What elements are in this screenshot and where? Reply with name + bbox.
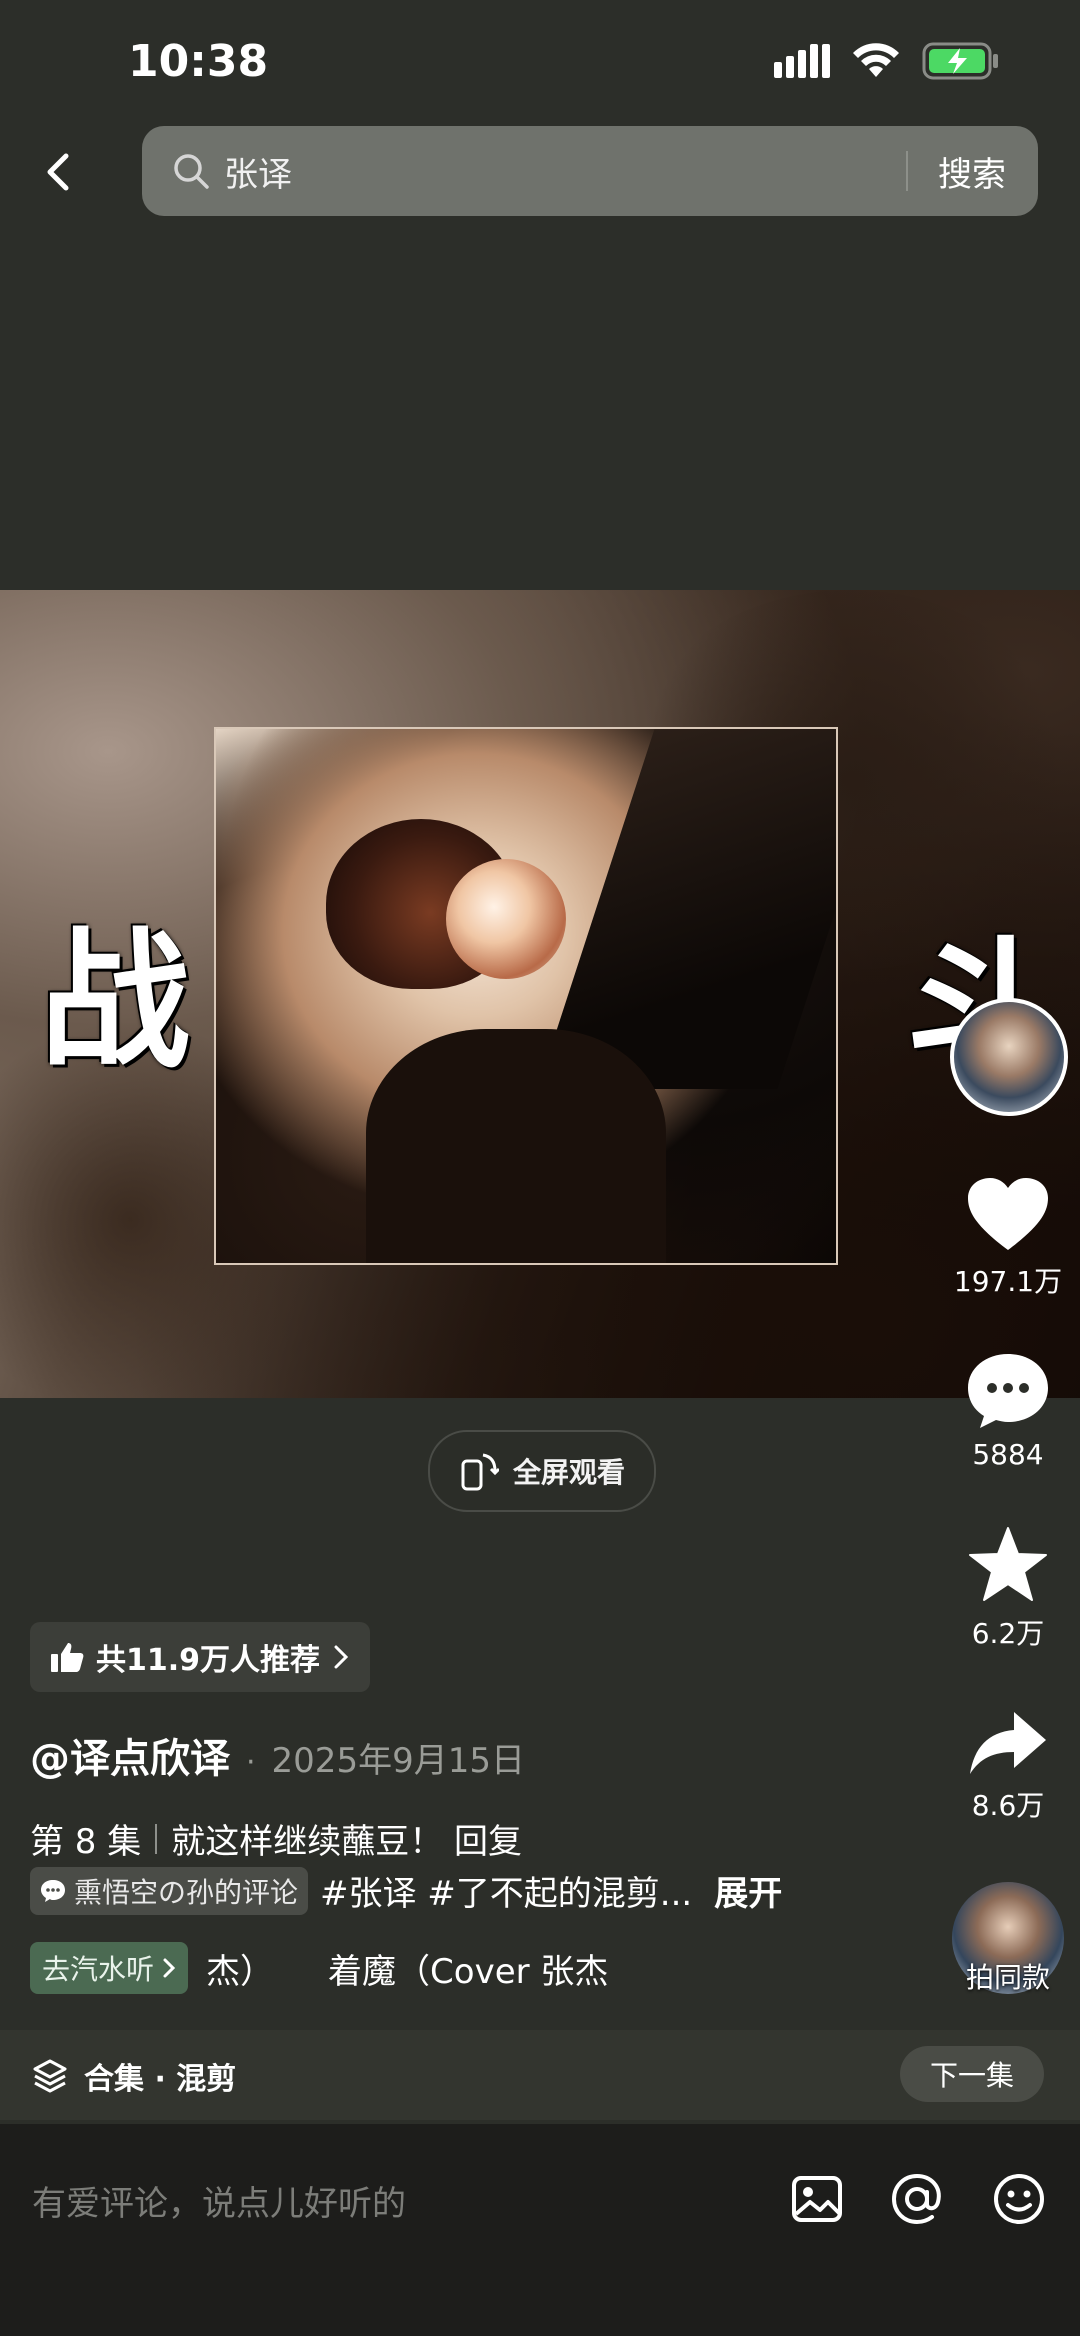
author-line: @译点欣译 · 2025年9月15日	[30, 1726, 525, 1784]
hashtags[interactable]: #张译 #了不起的混剪...	[320, 1866, 692, 1915]
emoji-icon[interactable]	[992, 2172, 1046, 2226]
favorite-button[interactable]: 6.2万	[938, 1526, 1078, 1652]
favorite-count: 6.2万	[971, 1617, 1045, 1650]
rotate-phone-icon	[461, 1453, 499, 1491]
status-time: 10:38	[128, 36, 269, 87]
description-line-2: 熏悟空の孙的评论 #张译 #了不起的混剪... 展开	[30, 1866, 782, 1915]
comment-input[interactable]: 有爱评论，说点儿好听的	[32, 2176, 406, 2225]
layers-icon	[33, 2059, 67, 2093]
chevron-right-icon	[163, 1958, 176, 1978]
status-icons	[774, 42, 1000, 80]
at-mention-icon[interactable]	[890, 2172, 944, 2226]
comment-reply-label: 熏悟空の孙的评论	[74, 1875, 299, 1909]
share-arrow-icon	[970, 1712, 1046, 1774]
video-caption-left: 战	[40, 913, 191, 1089]
music-line: 去汽水听 杰） 着魔（Cover 张杰	[30, 1942, 608, 1994]
post-date: 2025年9月15日	[271, 1741, 525, 1781]
search-icon	[174, 154, 209, 189]
battery-charging-icon	[922, 42, 998, 80]
comment-bubble-icon	[968, 1354, 1048, 1428]
search-input[interactable]: 张译	[224, 147, 906, 196]
comment-reply-tag[interactable]: 熏悟空の孙的评论	[30, 1866, 309, 1915]
collection-bar[interactable]: 合集 · 混剪 下一集	[0, 2030, 1080, 2120]
wifi-icon	[853, 43, 899, 77]
like-count: 197.1万	[953, 1265, 1063, 1298]
like-button[interactable]: 197.1万	[938, 1176, 1078, 1300]
image-icon[interactable]	[790, 2172, 844, 2226]
expand-button[interactable]: 展开	[714, 1866, 782, 1915]
episode-label: 第 8 集	[30, 1822, 142, 1862]
share-button[interactable]: 8.6万	[938, 1710, 1078, 1824]
video-player[interactable]: 战 斗	[0, 590, 1080, 1398]
fullscreen-button[interactable]: 全屏观看	[428, 1430, 656, 1512]
signal-icon	[774, 44, 830, 78]
share-count: 8.6万	[971, 1789, 1045, 1822]
music-title[interactable]: 杰） 着魔（Cover 张杰	[206, 1944, 608, 1993]
figure-face	[446, 859, 566, 979]
back-arrow-icon[interactable]	[38, 150, 82, 194]
next-episode-button[interactable]: 下一集	[899, 2046, 1044, 2102]
collection-label: 合集 · 混剪	[84, 2062, 237, 2097]
video-frame-photo	[214, 727, 838, 1265]
author-name[interactable]: @译点欣译	[30, 1726, 230, 1784]
episode-divider	[155, 1823, 158, 1854]
thumbs-up-icon	[51, 1643, 84, 1672]
comment-input-bar[interactable]: 有爱评论，说点儿好听的	[0, 2124, 1080, 2336]
same-style-label[interactable]: 拍同款	[940, 1956, 1076, 1996]
music-app-tag[interactable]: 去汽水听	[30, 1942, 189, 1994]
recommend-pill[interactable]: 共11.9万人推荐	[30, 1622, 371, 1692]
chevron-right-icon	[334, 1645, 349, 1669]
search-button[interactable]: 搜索	[938, 147, 1006, 196]
search-divider	[906, 151, 908, 191]
search-bar[interactable]: 张译 搜索	[142, 126, 1038, 216]
music-app-label: 去汽水听	[42, 1953, 155, 1986]
recommend-label: 共11.9万人推荐	[96, 1643, 321, 1678]
separator-dot: ·	[246, 1745, 256, 1780]
star-icon	[969, 1527, 1047, 1601]
author-avatar[interactable]	[950, 998, 1068, 1116]
description-text: 就这样继续蘸豆！ 回复	[171, 1822, 523, 1862]
comment-count: 5884	[972, 1438, 1044, 1471]
chat-bubble-icon	[41, 1879, 65, 1902]
collection-info: 合集 · 混剪	[32, 2054, 236, 2098]
heart-icon	[968, 1178, 1048, 1250]
figure-body	[366, 1029, 666, 1263]
description-line-1: 第 8 集 就这样继续蘸豆！ 回复	[30, 1814, 522, 1863]
fullscreen-label: 全屏观看	[512, 1456, 625, 1489]
comment-button[interactable]: 5884	[938, 1352, 1078, 1471]
